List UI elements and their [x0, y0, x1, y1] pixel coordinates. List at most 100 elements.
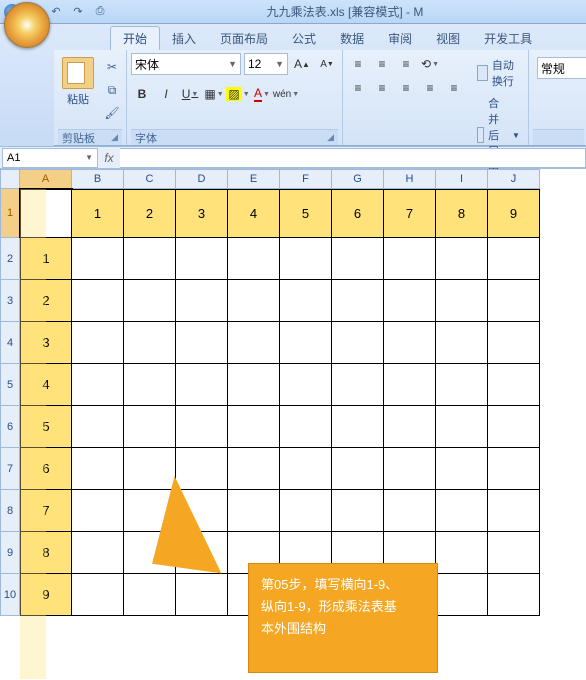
col-header-i[interactable]: I	[436, 169, 488, 189]
cell[interactable]	[124, 364, 176, 406]
fill-color-button[interactable]: ▨▼	[227, 83, 249, 105]
decrease-indent-button[interactable]: ≡	[419, 77, 441, 99]
tab-formulas[interactable]: 公式	[280, 27, 328, 50]
align-left-button[interactable]: ≡	[347, 77, 369, 99]
cell[interactable]	[488, 490, 540, 532]
cell[interactable]	[488, 322, 540, 364]
cell[interactable]	[228, 238, 280, 280]
cell[interactable]	[72, 490, 124, 532]
cell[interactable]	[176, 406, 228, 448]
cell[interactable]	[384, 406, 436, 448]
row-header[interactable]: 10	[0, 574, 20, 616]
cell[interactable]	[176, 280, 228, 322]
format-painter-button[interactable]: 🖌	[102, 103, 122, 123]
row-header[interactable]: 9	[0, 532, 20, 574]
cell[interactable]	[72, 280, 124, 322]
phonetic-button[interactable]: wén▼	[275, 83, 297, 105]
cell[interactable]: 2	[124, 189, 176, 238]
cell[interactable]: 4	[20, 364, 72, 406]
cell[interactable]	[72, 238, 124, 280]
cell[interactable]: 6	[332, 189, 384, 238]
cell[interactable]	[436, 574, 488, 616]
shrink-font-button[interactable]: A▼	[316, 53, 338, 75]
office-button[interactable]	[4, 2, 54, 52]
cell[interactable]	[488, 532, 540, 574]
bold-button[interactable]: B	[131, 83, 153, 105]
cell[interactable]	[384, 322, 436, 364]
align-right-button[interactable]: ≡	[395, 77, 417, 99]
cell[interactable]	[280, 280, 332, 322]
col-header-b[interactable]: B	[72, 169, 124, 189]
tab-layout[interactable]: 页面布局	[208, 27, 280, 50]
font-launcher-icon[interactable]: ◢	[327, 132, 334, 143]
cell[interactable]	[280, 238, 332, 280]
cell[interactable]: 4	[228, 189, 280, 238]
cell[interactable]	[280, 364, 332, 406]
cell[interactable]	[228, 364, 280, 406]
grow-font-button[interactable]: A▲	[291, 53, 313, 75]
cell[interactable]	[436, 280, 488, 322]
cell[interactable]	[384, 490, 436, 532]
col-header-c[interactable]: C	[124, 169, 176, 189]
cell[interactable]: 1	[72, 189, 124, 238]
align-top-button[interactable]: ≡	[347, 53, 369, 75]
cell[interactable]	[436, 322, 488, 364]
align-center-button[interactable]: ≡	[371, 77, 393, 99]
cell[interactable]	[488, 448, 540, 490]
clipboard-launcher-icon[interactable]: ◢	[111, 132, 118, 143]
cell[interactable]	[228, 448, 280, 490]
italic-button[interactable]: I	[155, 83, 177, 105]
col-header-e[interactable]: E	[228, 169, 280, 189]
increase-indent-button[interactable]: ≡	[443, 77, 465, 99]
font-color-button[interactable]: A▼	[251, 83, 273, 105]
cell[interactable]: 8	[20, 532, 72, 574]
row-header[interactable]: 7	[0, 448, 20, 490]
wrap-text-button[interactable]: 自动换行	[473, 55, 524, 91]
col-header-a[interactable]: A	[20, 169, 72, 189]
paste-button[interactable]: 粘贴	[58, 53, 98, 129]
tab-data[interactable]: 数据	[328, 27, 376, 50]
align-bottom-button[interactable]: ≡	[395, 53, 417, 75]
tab-view[interactable]: 视图	[424, 27, 472, 50]
cell[interactable]: 3	[176, 189, 228, 238]
cell[interactable]	[332, 448, 384, 490]
print-icon[interactable]: ⎙	[92, 4, 108, 20]
cell[interactable]	[436, 490, 488, 532]
cell[interactable]	[280, 322, 332, 364]
cell[interactable]: 7	[384, 189, 436, 238]
cell[interactable]	[384, 238, 436, 280]
align-middle-button[interactable]: ≡	[371, 53, 393, 75]
cell[interactable]	[332, 322, 384, 364]
cell[interactable]	[124, 322, 176, 364]
cell[interactable]	[384, 448, 436, 490]
cell[interactable]	[228, 490, 280, 532]
cell[interactable]	[124, 280, 176, 322]
cell[interactable]	[228, 280, 280, 322]
cell[interactable]	[488, 574, 540, 616]
cell[interactable]: 3	[20, 322, 72, 364]
cell[interactable]	[488, 238, 540, 280]
cell[interactable]: 7	[20, 490, 72, 532]
cell[interactable]	[332, 238, 384, 280]
tab-insert[interactable]: 插入	[160, 27, 208, 50]
cell[interactable]	[124, 574, 176, 616]
cell[interactable]: 2	[20, 280, 72, 322]
cell[interactable]	[72, 532, 124, 574]
cell[interactable]	[436, 406, 488, 448]
cell[interactable]	[280, 490, 332, 532]
cell[interactable]	[488, 280, 540, 322]
cell[interactable]	[436, 364, 488, 406]
cell[interactable]: 8	[436, 189, 488, 238]
redo-icon[interactable]: ↷	[70, 4, 86, 20]
cell[interactable]	[332, 406, 384, 448]
cell[interactable]	[332, 490, 384, 532]
cell[interactable]	[280, 406, 332, 448]
cell[interactable]: 9	[488, 189, 540, 238]
cell[interactable]: 6	[20, 448, 72, 490]
cell[interactable]	[124, 406, 176, 448]
border-button[interactable]: ▦▼	[203, 83, 225, 105]
col-header-g[interactable]: G	[332, 169, 384, 189]
orientation-button[interactable]: ⟲▼	[419, 53, 441, 75]
row-header[interactable]: 1	[0, 189, 20, 238]
number-format-combo[interactable]: 常规	[537, 57, 586, 79]
